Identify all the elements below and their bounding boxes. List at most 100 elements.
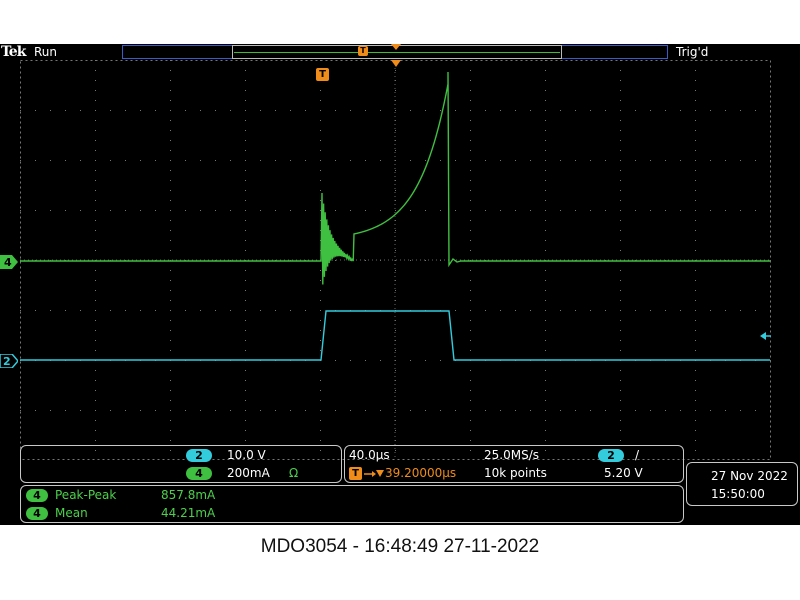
grid-dot xyxy=(695,250,696,251)
acquisition-state: Run xyxy=(34,45,58,59)
grid-dot xyxy=(620,390,621,391)
grid-dot xyxy=(395,90,396,91)
grid-dot xyxy=(695,350,696,351)
grid-dot xyxy=(545,110,546,111)
grid-dot xyxy=(695,420,696,421)
ch4-ground-marker[interactable]: 4 xyxy=(0,255,18,269)
grid-dot xyxy=(365,110,366,111)
grid-dot xyxy=(95,290,96,291)
measurements-panel[interactable]: 4 Peak-Peak 857.8mA 4 Mean 44.21mA xyxy=(20,485,684,523)
grid-dot xyxy=(320,90,321,91)
grid-dot xyxy=(470,380,471,381)
grid-dot xyxy=(170,410,171,411)
grid-dot xyxy=(95,430,96,431)
grid-dot xyxy=(680,310,681,311)
grid-dot xyxy=(35,160,36,161)
grid-dot xyxy=(545,60,546,61)
grid-dot xyxy=(770,110,771,111)
grid-dot xyxy=(170,80,171,81)
grid-dot xyxy=(170,230,171,231)
grid-dot xyxy=(200,110,201,111)
grid-dot xyxy=(620,280,621,281)
trigger-position-icon[interactable]: T xyxy=(316,68,329,81)
grid-dot xyxy=(380,160,381,161)
grid-dot xyxy=(320,320,321,321)
grid-dot xyxy=(545,340,546,341)
grid-dot xyxy=(695,60,696,61)
grid-dot xyxy=(365,210,366,211)
grid-dot xyxy=(320,420,321,421)
grid-dot xyxy=(275,310,276,311)
grid-dot xyxy=(170,440,171,441)
grid-dot xyxy=(770,260,771,261)
grid-dot xyxy=(305,210,306,211)
grid-dot xyxy=(620,370,621,371)
grid-dot xyxy=(65,160,66,161)
grid-dot xyxy=(140,160,141,161)
grid-dot xyxy=(20,210,21,211)
timebase-panel[interactable]: 40.0µs 25.0MS/s 2 / T 39.20000µs 10k poi… xyxy=(344,445,684,483)
grid-dot xyxy=(230,160,231,161)
grid-dot xyxy=(560,410,561,411)
grid-dot xyxy=(560,110,561,111)
grid-dot xyxy=(515,310,516,311)
grid-dot xyxy=(485,410,486,411)
ch2-ground-marker[interactable]: 2 xyxy=(0,354,18,368)
grid-dot xyxy=(695,140,696,141)
grid-dot xyxy=(770,210,771,211)
grid-dot xyxy=(545,300,546,301)
grid-dot xyxy=(545,250,546,251)
waveform-graticule[interactable] xyxy=(20,60,771,460)
grid-dot xyxy=(335,360,336,361)
grid-dot xyxy=(455,110,456,111)
grid-dot xyxy=(545,210,546,211)
trigger-delay-icon: T xyxy=(349,467,362,480)
grid-dot xyxy=(620,350,621,351)
grid-dot xyxy=(80,210,81,211)
grid-dot xyxy=(20,310,21,311)
grid-dot xyxy=(290,210,291,211)
grid-dot xyxy=(710,410,711,411)
grid-dot xyxy=(395,330,396,331)
grid-dot xyxy=(680,160,681,161)
grid-dot xyxy=(395,70,396,71)
grid-dot xyxy=(380,210,381,211)
grid-dot xyxy=(95,320,96,321)
grid-dot xyxy=(95,440,96,441)
grid-dot xyxy=(695,120,696,121)
grid-dot xyxy=(410,260,411,261)
grid-dot xyxy=(140,410,141,411)
horizontal-position-icon[interactable] xyxy=(391,60,401,68)
record-length: 10k points xyxy=(484,466,547,480)
grid-dot xyxy=(545,270,546,271)
grid-dot xyxy=(620,210,621,211)
grid-dot xyxy=(395,150,396,151)
measurement-1-name: Peak-Peak xyxy=(55,488,117,502)
grid-dot xyxy=(380,360,381,361)
grid-dot xyxy=(470,410,471,411)
grid-dot xyxy=(260,160,261,161)
grid-dot xyxy=(530,210,531,211)
grid-dot xyxy=(320,100,321,101)
grid-dot xyxy=(545,330,546,331)
grid-dot xyxy=(185,310,186,311)
grid-dot xyxy=(470,290,471,291)
grid-dot xyxy=(170,110,171,111)
grid-dot xyxy=(620,380,621,381)
grid-dot xyxy=(395,170,396,171)
grid-dot xyxy=(530,310,531,311)
channel-scale-panel[interactable]: 2 10.0 V 4 200mA Ω xyxy=(20,445,342,483)
trigger-level-icon[interactable] xyxy=(760,331,772,341)
grid-dot xyxy=(395,430,396,431)
datetime-panel[interactable]: 27 Nov 2022 15:50:00 xyxy=(686,462,798,506)
grid-dot xyxy=(500,410,501,411)
grid-dot xyxy=(695,310,696,311)
grid-dot xyxy=(215,160,216,161)
grid-dot xyxy=(170,270,171,271)
grid-dot xyxy=(695,130,696,131)
brand-logo: Tek xyxy=(1,44,26,60)
grid-dot xyxy=(245,410,246,411)
grid-dot xyxy=(470,190,471,191)
grid-dot xyxy=(740,310,741,311)
grid-dot xyxy=(260,410,261,411)
